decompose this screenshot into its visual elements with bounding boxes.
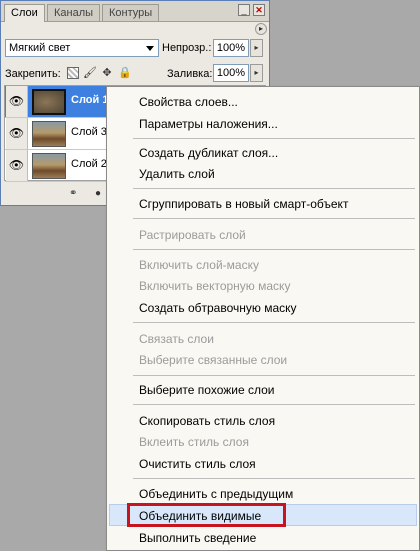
blend-mode-value: Мягкий свет xyxy=(9,42,71,54)
checkerboard-icon[interactable] xyxy=(67,67,79,79)
menu-item-flatten-image[interactable]: Выполнить сведение xyxy=(139,531,256,545)
menu-separator xyxy=(133,322,415,323)
menu-item-select-similar-layers[interactable]: Выберите похожие слои xyxy=(139,383,274,397)
menu-item-paste-layer-style: Вклеить стиль слоя xyxy=(139,435,249,449)
eye-icon[interactable]: 👁 xyxy=(6,150,28,181)
menu-item-convert-smart-object[interactable]: Сгруппировать в новый смарт-объект xyxy=(139,197,348,211)
menu-item-clear-layer-style[interactable]: Очистить стиль слоя xyxy=(139,457,256,471)
menu-separator xyxy=(133,138,415,139)
link-icon[interactable]: ⚭ xyxy=(69,188,77,199)
menu-item-enable-layer-mask: Включить слой-маску xyxy=(139,258,259,272)
menu-item-create-clipping-mask[interactable]: Создать обтравочную маску xyxy=(139,301,297,315)
fill-slider-button[interactable]: ▸ xyxy=(250,64,263,82)
chevron-down-icon xyxy=(146,46,154,51)
eye-icon[interactable]: 👁 xyxy=(6,118,28,149)
layer-name: Слой 3 xyxy=(71,126,107,138)
menu-separator xyxy=(133,404,415,405)
panel-menu-button[interactable]: ▸ xyxy=(255,23,267,35)
layer-style-icon[interactable]: ● xyxy=(95,188,101,199)
layer-context-menu: Свойства слоев... Параметры наложения...… xyxy=(106,86,420,551)
menu-separator xyxy=(133,249,415,250)
menu-item-duplicate-layer[interactable]: Создать дубликат слоя... xyxy=(139,146,278,160)
tab-paths[interactable]: Контуры xyxy=(102,4,160,21)
menu-item-delete-layer[interactable]: Удалить слой xyxy=(139,167,215,181)
minimize-button[interactable]: _ xyxy=(238,4,250,16)
menu-item-merge-down[interactable]: Объединить с предыдущим xyxy=(139,487,293,501)
layer-thumbnail xyxy=(32,153,66,179)
opacity-slider-button[interactable]: ▸ xyxy=(250,39,263,57)
menu-item-blending-options[interactable]: Параметры наложения... xyxy=(139,117,278,131)
layer-name: Слой 1 xyxy=(71,94,109,106)
fill-input[interactable]: 100% xyxy=(213,64,249,82)
menu-separator xyxy=(133,375,415,376)
lock-icons-group: 🖌 ✥ 🔒 xyxy=(67,65,141,81)
highlight-box xyxy=(127,503,286,527)
close-button[interactable]: ✕ xyxy=(253,4,265,16)
layer-name: Слой 2 xyxy=(71,158,107,170)
layer-thumbnail xyxy=(32,89,66,115)
menu-item-select-linked-layers: Выберите связанные слои xyxy=(139,353,288,367)
menu-item-enable-vector-mask: Включить векторную маску xyxy=(139,279,291,293)
fill-label: Заливка: xyxy=(167,68,213,80)
layer-thumbnail xyxy=(32,121,66,147)
menu-item-rasterize-layer: Растрировать слой xyxy=(139,228,246,242)
menu-item-link-layers: Связать слои xyxy=(139,332,214,346)
lock-label: Закрепить: xyxy=(5,68,61,80)
menu-item-copy-layer-style[interactable]: Скопировать стиль слоя xyxy=(139,414,275,428)
opacity-input[interactable]: 100% xyxy=(213,39,249,57)
lock-icon[interactable]: 🔒 xyxy=(118,67,132,79)
brush-icon[interactable]: 🖌 xyxy=(83,67,97,79)
tab-layers[interactable]: Слои xyxy=(4,4,45,22)
move-icon[interactable]: ✥ xyxy=(101,67,113,79)
eye-icon[interactable]: 👁 xyxy=(6,86,28,117)
panel-tab-bar: Слои Каналы Контуры _ ✕ xyxy=(1,1,269,22)
blend-mode-select[interactable]: Мягкий свет xyxy=(5,39,159,57)
menu-separator xyxy=(133,218,415,219)
menu-separator xyxy=(133,478,415,479)
menu-separator xyxy=(133,188,415,189)
opacity-label: Непрозр.: xyxy=(162,42,212,54)
menu-item-layer-properties[interactable]: Свойства слоев... xyxy=(139,95,238,109)
tab-channels[interactable]: Каналы xyxy=(47,4,101,21)
